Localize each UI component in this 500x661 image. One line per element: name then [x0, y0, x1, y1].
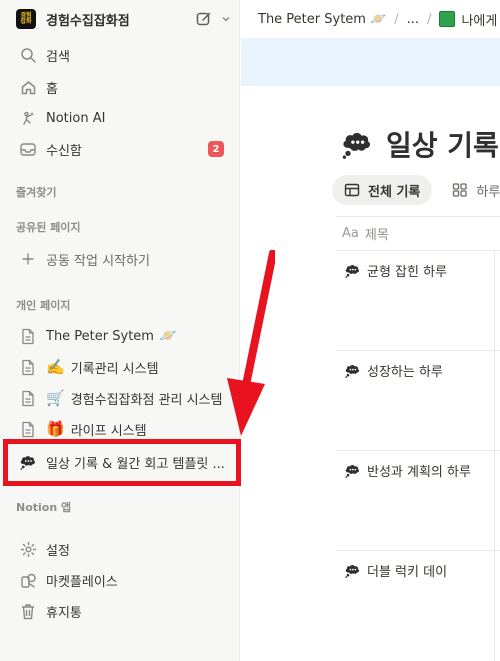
page-icon: [18, 326, 38, 346]
divider: [336, 550, 500, 551]
breadcrumb-item[interactable]: The Peter Sytem 🪐: [258, 12, 386, 27]
view-tabs: 전체 기록 하루: [332, 175, 500, 205]
highlight-box: [3, 439, 241, 486]
row-title: 더블 럭키 데이: [367, 565, 448, 580]
gift-emoji: 🎁: [46, 420, 65, 438]
sidebar: 경험 잡화 경험수집잡화점 검색 홈 Notion AI 수신함 2 즐겨찾기 공…: [0, 0, 240, 661]
planet-emoji: 🪐: [158, 328, 177, 344]
sidebar-item-trash[interactable]: 휴지통: [10, 597, 230, 625]
page-label: 라이프 시스템: [70, 423, 147, 439]
inbox-icon: [18, 139, 38, 159]
gallery-icon: [453, 183, 468, 197]
sidebar-item-label: 수신함: [46, 143, 82, 159]
marketplace-icon: [18, 570, 38, 590]
tab-day[interactable]: 하루: [440, 175, 500, 205]
sidebar-item-page[interactable]: ✍️ 기록관리 시스템: [10, 353, 230, 381]
sidebar-item-inbox[interactable]: 수신함 2: [10, 135, 230, 163]
row-title: 성장하는 하루: [367, 365, 443, 380]
divider: [336, 216, 500, 217]
sidebar-item-label: Notion AI: [46, 110, 106, 126]
row-title: 반성과 계획의 하루: [367, 465, 471, 480]
divider: [336, 250, 500, 251]
tab-label: 전체 기록: [368, 184, 421, 200]
sidebar-item-home[interactable]: 홈: [10, 73, 230, 101]
page-label: 경험수집잡화점 관리 시스템: [70, 392, 223, 408]
page-icon: [18, 419, 38, 439]
trash-icon: [18, 601, 38, 621]
page-title: 일상 기록: [340, 124, 499, 164]
workspace-logo: 경험 잡화: [16, 9, 36, 29]
page-title-text: 일상 기록: [386, 129, 499, 162]
table-icon: [344, 183, 360, 197]
thought-bubble-icon: [344, 563, 361, 578]
home-icon: [18, 77, 38, 97]
table-row[interactable]: 균형 잡힌 하루: [344, 261, 447, 280]
workspace-switcher[interactable]: 경험 잡화 경험수집잡화점: [16, 6, 231, 32]
gear-icon: [18, 539, 38, 559]
table-row[interactable]: 반성과 계획의 하루: [344, 461, 471, 480]
inbox-count-badge: 2: [208, 141, 224, 157]
sidebar-item-label: 설정: [46, 543, 70, 559]
table-row[interactable]: 더블 럭키 데이: [344, 561, 447, 580]
plus-icon: [18, 249, 38, 269]
breadcrumb-separator: /: [394, 11, 399, 27]
writing-hand-emoji: ✍️: [46, 358, 65, 376]
page-icon: [18, 388, 38, 408]
section-shared[interactable]: 공유된 페이지: [16, 219, 81, 235]
page-label: The Peter Sytem: [46, 328, 154, 344]
table-row[interactable]: 성장하는 하루: [344, 361, 443, 380]
sidebar-item-page[interactable]: The Peter Sytem 🪐: [10, 322, 230, 350]
search-icon: [18, 45, 38, 65]
sidebar-item-label: 검색: [46, 49, 70, 65]
thought-bubble-icon: [344, 363, 361, 378]
red-arrow-annotation: [227, 250, 275, 436]
divider: [336, 450, 500, 451]
breadcrumb-ellipsis[interactable]: ...: [407, 12, 419, 27]
green-square-icon: [439, 11, 456, 27]
notion-ai-icon: [18, 108, 38, 128]
page-label: 기록관리 시스템: [70, 361, 159, 377]
sidebar-item-notion-ai[interactable]: Notion AI: [10, 104, 230, 132]
thought-bubble-icon: [344, 263, 361, 278]
new-page-icon[interactable]: [195, 10, 213, 28]
breadcrumb-item[interactable]: 나에게: [461, 10, 497, 29]
tab-all-records[interactable]: 전체 기록: [332, 175, 433, 205]
section-notion-app: Notion 앱: [16, 501, 72, 514]
sidebar-item-settings[interactable]: 설정: [10, 535, 230, 563]
sidebar-item-marketplace[interactable]: 마켓플레이스: [10, 566, 230, 594]
section-favorites: 즐겨찾기: [16, 186, 57, 199]
sidebar-item-label: 휴지통: [46, 605, 82, 621]
text-property-icon: Aa: [342, 226, 359, 241]
cover-banner: [241, 38, 500, 86]
thought-bubble-icon: [344, 463, 361, 478]
breadcrumb-separator: /: [427, 11, 432, 27]
sidebar-item-start-collaboration[interactable]: 공동 작업 시작하기: [10, 245, 230, 273]
tab-label: 하루: [476, 184, 500, 200]
sidebar-item-label: 마켓플레이스: [46, 574, 118, 590]
chevron-down-icon[interactable]: [221, 14, 231, 24]
column-header-label: 제목: [364, 228, 389, 243]
row-title: 균형 잡힌 하루: [367, 265, 448, 280]
sidebar-item-page[interactable]: 🛒 경험수집잡화점 관리 시스템: [10, 384, 230, 412]
column-header-title[interactable]: Aa 제목: [342, 224, 389, 243]
divider: [336, 350, 500, 351]
breadcrumb: The Peter Sytem 🪐 / ... / 나에게: [241, 0, 500, 38]
sidebar-item-label: 홈: [46, 81, 58, 97]
sidebar-item-label: 공동 작업 시작하기: [46, 253, 150, 269]
shopping-cart-emoji: 🛒: [46, 389, 65, 407]
workspace-name: 경험수집잡화점: [46, 13, 130, 29]
column-divider: [494, 250, 495, 661]
page-icon: [18, 357, 38, 377]
section-private[interactable]: 개인 페이지: [16, 297, 70, 313]
thought-bubble-icon[interactable]: [340, 129, 374, 159]
sidebar-item-search[interactable]: 검색: [10, 41, 230, 69]
